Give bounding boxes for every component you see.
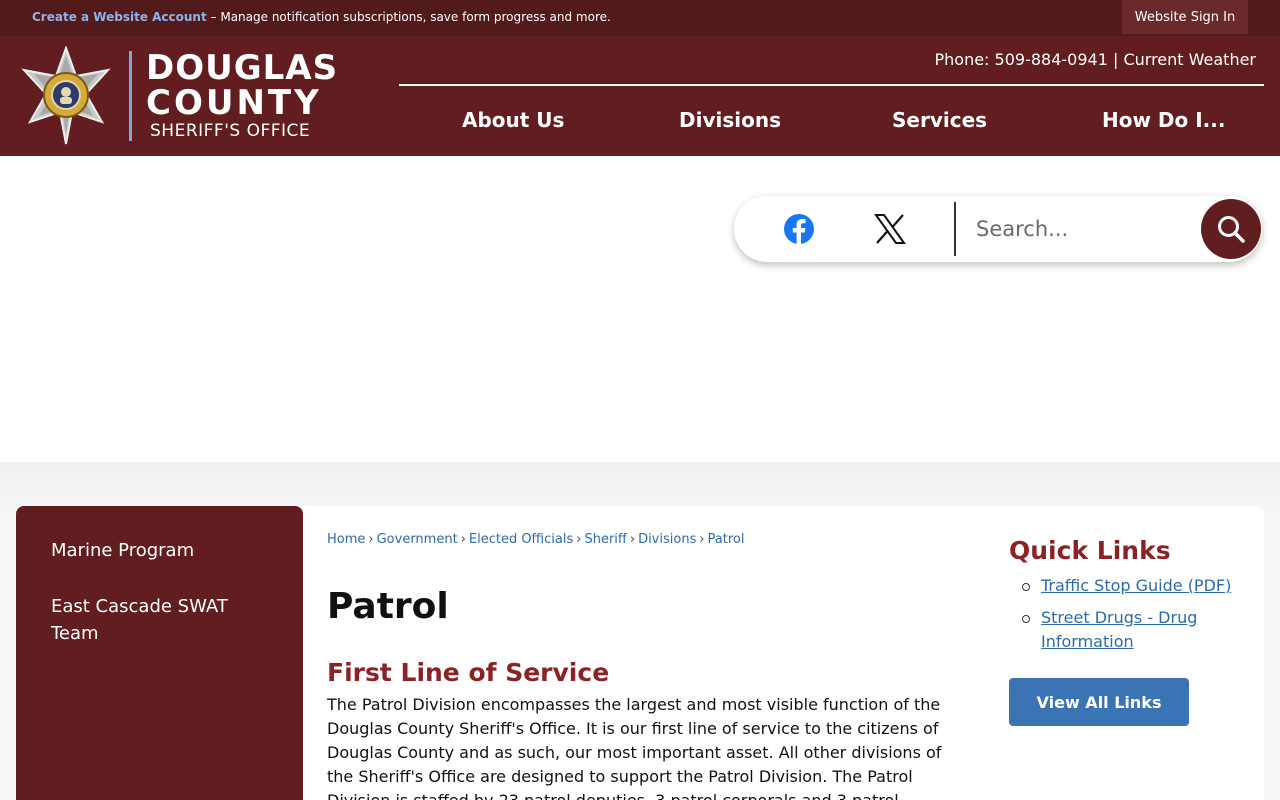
breadcrumb: Home › Government › Elected Officials › Sherif… [327, 532, 745, 547]
list-item: Traffic Stop Guide (PDF) [1009, 574, 1239, 598]
logo-divider [129, 51, 132, 141]
contact-separator: | [1112, 50, 1119, 69]
breadcrumb-separator: › [629, 532, 636, 547]
nav-how-do-i[interactable]: How Do I... [1102, 108, 1225, 132]
breadcrumb-elected-officials[interactable]: Elected Officials [469, 532, 573, 547]
quick-links-title: Quick Links [1009, 536, 1171, 565]
phone-number[interactable]: Phone: 509-884-0941 [934, 50, 1107, 69]
sidebar-item-east-cascade-swat[interactable]: East Cascade SWAT Team [51, 593, 251, 647]
breadcrumb-divisions[interactable]: Divisions [638, 532, 696, 547]
sidebar-navigation: Marine Program East Cascade SWAT Team [16, 506, 303, 800]
site-header: DOUGLAS COUNTY SHERIFF'S OFFICE Phone: 5… [0, 36, 1280, 156]
breadcrumb-separator: › [699, 532, 705, 547]
breadcrumb-patrol[interactable]: Patrol [708, 532, 745, 547]
main-navigation: About Us Divisions Services How Do I... [399, 108, 1264, 138]
search-button[interactable] [1201, 199, 1261, 259]
nav-services[interactable]: Services [892, 108, 987, 132]
search-input[interactable] [976, 210, 1196, 248]
breadcrumb-sheriff[interactable]: Sheriff [584, 532, 626, 547]
facebook-icon[interactable] [783, 213, 815, 245]
utility-bar: Create a Website Account – Manage notifi… [0, 0, 1280, 36]
search-icon [1218, 216, 1245, 243]
breadcrumb-government[interactable]: Government [377, 532, 458, 547]
site-logo-text[interactable]: DOUGLAS COUNTY SHERIFF'S OFFICE [146, 50, 338, 142]
account-notice: Create a Website Account – Manage notifi… [32, 10, 611, 24]
breadcrumb-separator: › [368, 532, 374, 547]
section-title: First Line of Service [327, 658, 610, 687]
logo-line-douglas: DOUGLAS [146, 48, 339, 88]
contact-info: Phone: 509-884-0941 | Current Weather [934, 50, 1256, 69]
nav-divisions[interactable]: Divisions [679, 108, 781, 132]
sidebar-item-marine-program[interactable]: Marine Program [51, 537, 251, 564]
logo-line-county: COUNTY [146, 83, 322, 123]
sheriff-badge-logo[interactable] [16, 46, 116, 146]
logo-line-sheriffs-office: SHERIFF'S OFFICE [150, 121, 311, 141]
quick-link-street-drugs[interactable]: Street Drugs - Drug Information [1041, 608, 1197, 651]
create-account-description: – Manage notification subscriptions, sav… [206, 10, 611, 24]
sign-in-button[interactable]: Website Sign In [1122, 0, 1248, 34]
quick-link-traffic-stop-guide[interactable]: Traffic Stop Guide (PDF) [1041, 576, 1231, 595]
view-all-links-button[interactable]: View All Links [1009, 678, 1189, 726]
breadcrumb-home[interactable]: Home [327, 532, 365, 547]
nav-about-us[interactable]: About Us [462, 108, 564, 132]
current-weather-link[interactable]: Current Weather [1123, 50, 1256, 69]
header-divider [399, 84, 1264, 86]
main-content: Home › Government › Elected Officials › Sherif… [303, 506, 1264, 800]
create-account-link[interactable]: Create a Website Account [32, 10, 207, 24]
breadcrumb-separator: › [460, 532, 466, 547]
search-divider [954, 202, 956, 256]
x-twitter-icon[interactable] [874, 213, 906, 245]
social-search-bar [734, 196, 1262, 262]
quick-links-list: Traffic Stop Guide (PDF) Street Drugs - … [1009, 574, 1239, 662]
body-paragraph: The Patrol Division encompasses the larg… [327, 695, 942, 800]
page-title: Patrol [327, 586, 449, 627]
list-item: Street Drugs - Drug Information [1009, 606, 1239, 654]
breadcrumb-separator: › [576, 532, 582, 547]
